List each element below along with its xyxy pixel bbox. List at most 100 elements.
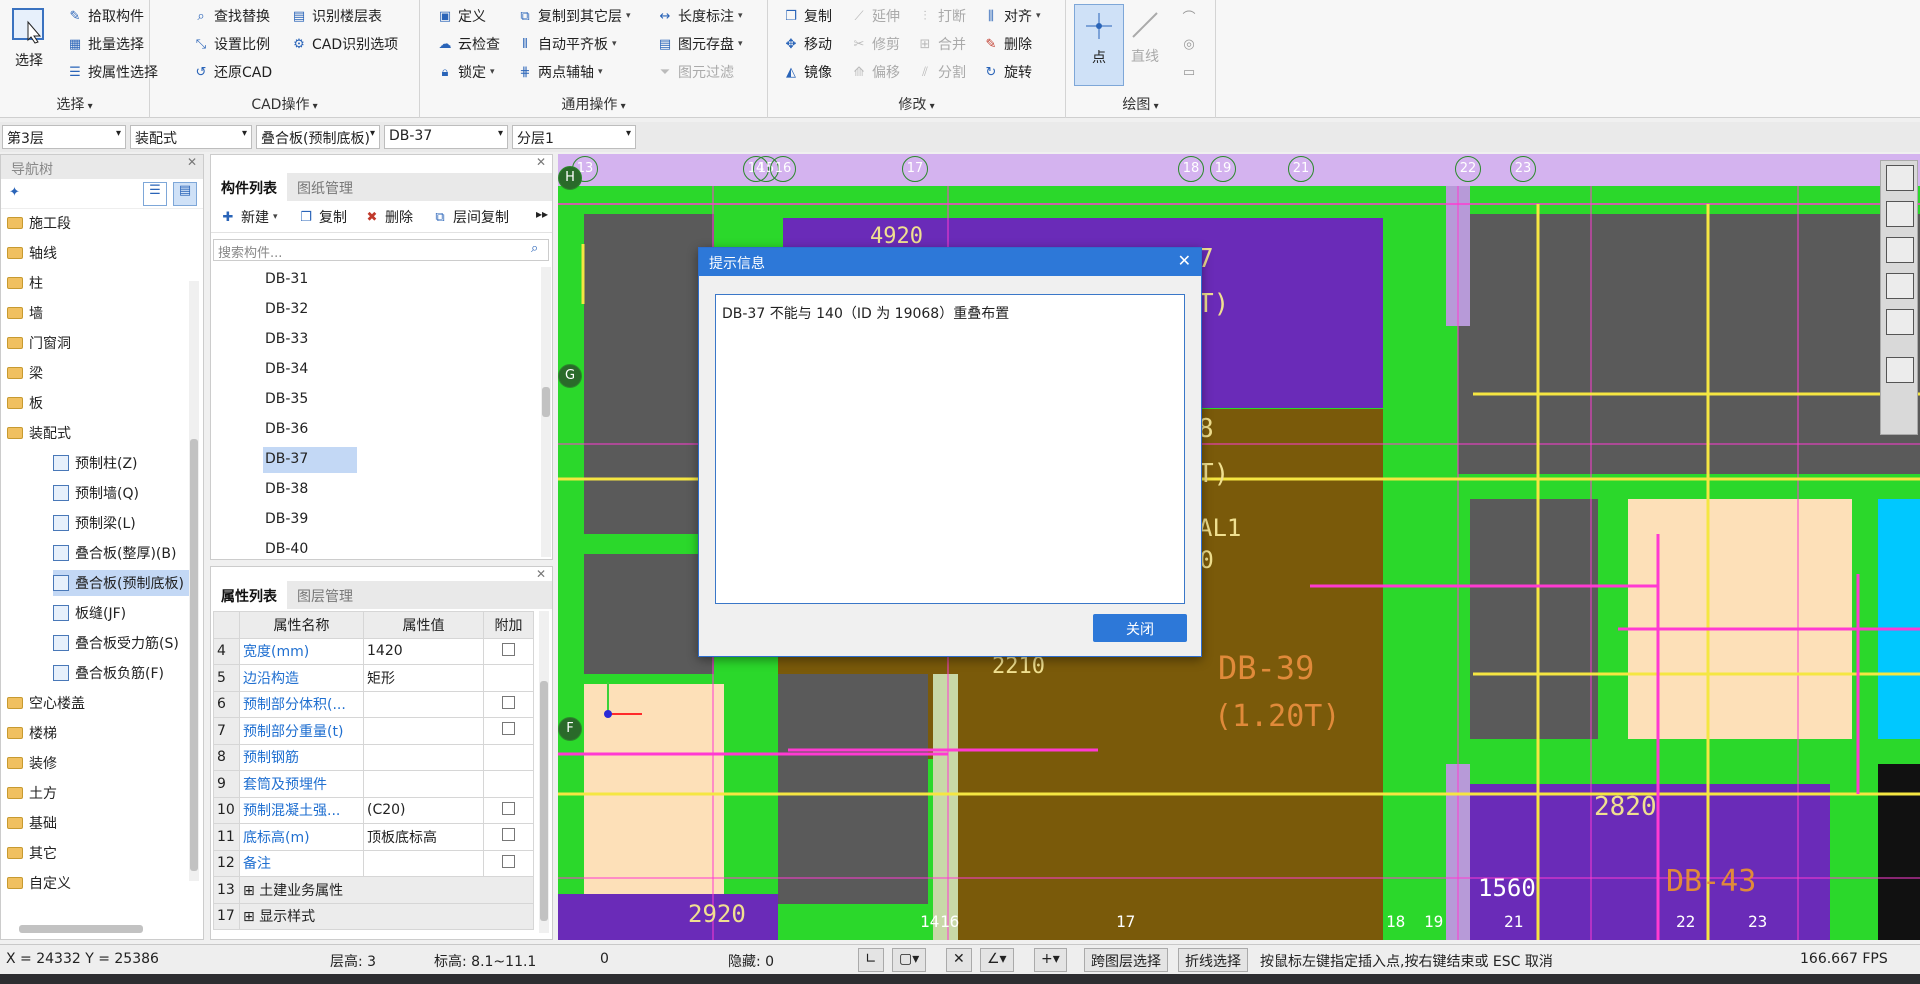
orbit-icon[interactable] xyxy=(1886,165,1914,191)
nav-item[interactable]: 板缝(JF) xyxy=(53,600,126,626)
type-select[interactable]: 叠合板(预制底板) xyxy=(256,125,380,149)
extra-checkbox[interactable] xyxy=(502,642,515,656)
property-scrollbar[interactable] xyxy=(539,611,549,933)
component-search-input[interactable]: 搜索构件... xyxy=(213,239,549,261)
close-icon[interactable]: ✕ xyxy=(536,155,546,169)
mirror-button[interactable]: ◭ 镜像 xyxy=(782,60,832,84)
nav-item[interactable]: 叠合板负筋(F) xyxy=(53,660,164,686)
ribbon-group-title-select[interactable]: 选择 xyxy=(0,94,149,114)
length-dimension-button[interactable]: ↔ 长度标注 ▾ xyxy=(656,4,743,28)
component-list-item[interactable]: DB-37 xyxy=(263,447,357,473)
delete-component-button[interactable]: ✖ 删除 xyxy=(363,205,413,229)
nav-item[interactable]: 施工段 xyxy=(7,210,71,236)
component-list-item[interactable]: DB-33 xyxy=(263,327,357,353)
select-by-property-button[interactable]: ☰ 按属性选择 xyxy=(66,60,158,84)
property-row[interactable]: 17 ⊞ 显示样式 xyxy=(213,902,534,930)
delete-button[interactable]: ✎ 删除 xyxy=(982,32,1032,56)
two-point-axis-button[interactable]: ⋕ 两点辅轴 ▾ xyxy=(516,60,603,84)
property-row[interactable]: 12 备注 xyxy=(213,849,534,877)
view-cube-icon[interactable] xyxy=(1886,273,1914,299)
merge-button[interactable]: ⊞ 合并 xyxy=(916,32,966,56)
nav-item[interactable]: 空心楼盖 xyxy=(7,690,85,716)
pin-icon[interactable]: ✦ xyxy=(9,185,20,200)
property-value[interactable] xyxy=(363,770,484,798)
nav-item[interactable]: 基础 xyxy=(7,810,57,836)
nav-item[interactable]: 叠合板受力筋(S) xyxy=(53,630,179,656)
nav-item[interactable]: 自定义 xyxy=(7,870,71,896)
extra-checkbox[interactable] xyxy=(502,828,515,842)
find-replace-button[interactable]: ⌕ 查找替换 xyxy=(192,4,270,28)
rotate-button[interactable]: ↻ 旋转 xyxy=(982,60,1032,84)
nav-item[interactable]: 门窗洞 xyxy=(7,330,71,356)
property-row[interactable]: 7 预制部分重量(t) xyxy=(213,717,534,745)
nav-item[interactable]: 土方 xyxy=(7,780,57,806)
property-row[interactable]: 9 套筒及预埋件 xyxy=(213,770,534,798)
angle-toggle[interactable]: ∠▾ xyxy=(980,948,1014,972)
restore-cad-button[interactable]: ↺ 还原CAD xyxy=(192,60,273,84)
property-value[interactable] xyxy=(363,690,484,718)
extra-checkbox[interactable] xyxy=(502,854,515,868)
property-value[interactable]: 矩形 xyxy=(363,664,484,692)
nav-item[interactable]: 板 xyxy=(7,390,43,416)
save-element-button[interactable]: ▤ 图元存盘 ▾ xyxy=(656,32,743,56)
copy-between-floors-button[interactable]: ⧉ 层间复制 xyxy=(431,205,509,229)
offset-button[interactable]: ⟰ 偏移 xyxy=(850,60,900,84)
view-3d-icon[interactable] xyxy=(1886,201,1914,227)
nav-hscroll-thumb[interactable] xyxy=(19,925,143,933)
more-icon[interactable]: ▸▸ xyxy=(536,207,548,221)
nav-scrollbar[interactable] xyxy=(189,281,199,881)
select-button[interactable]: 选择 xyxy=(10,6,48,70)
move-button[interactable]: ✥ 移动 xyxy=(782,32,832,56)
property-value[interactable]: 顶板底标高 xyxy=(363,823,484,851)
component-scroll-thumb[interactable] xyxy=(542,387,550,417)
copy-component-button[interactable]: ❐ 复制 xyxy=(297,205,347,229)
view-top-icon[interactable] xyxy=(1886,237,1914,263)
nav-item[interactable]: 梁 xyxy=(7,360,43,386)
cross-toggle[interactable]: ✕ xyxy=(946,948,972,972)
search-icon[interactable]: ⌕ xyxy=(531,241,538,256)
draw-line-button[interactable]: 直线 xyxy=(1130,10,1160,66)
nav-item[interactable]: 柱 xyxy=(7,270,43,296)
property-row[interactable]: 11 底标高(m) 顶板底标高 xyxy=(213,823,534,851)
break-button[interactable]: ⫶ 打断 xyxy=(916,4,966,28)
nav-scroll-thumb[interactable] xyxy=(190,439,198,871)
component-select[interactable]: DB-37 xyxy=(384,125,508,149)
expand-icon[interactable]: ⊞ xyxy=(243,883,259,899)
batch-select-button[interactable]: ▦ 批量选择 xyxy=(66,32,144,56)
ribbon-group-title-cad[interactable]: CAD操作 xyxy=(150,94,419,114)
component-list-item[interactable]: DB-40 xyxy=(263,537,357,563)
nav-item[interactable]: 其它 xyxy=(7,840,57,866)
auto-flush-slab-button[interactable]: ⫴ 自动平齐板 ▾ xyxy=(516,32,616,56)
copy-to-other-floor-button[interactable]: ⧉ 复制到其它层 ▾ xyxy=(516,4,630,28)
layers-icon[interactable] xyxy=(1886,357,1914,383)
extend-button[interactable]: ⟋ 延伸 xyxy=(850,4,900,28)
nav-item[interactable]: 楼梯 xyxy=(7,720,57,746)
property-row[interactable]: 4 宽度(mm) 1420 xyxy=(213,637,534,665)
nav-item[interactable]: 墙 xyxy=(7,300,43,326)
nav-item[interactable]: 预制墙(Q) xyxy=(53,480,139,506)
align-button[interactable]: ⫼ 对齐 ▾ xyxy=(982,4,1041,28)
lock-button[interactable]: 🔒︎ 锁定 ▾ xyxy=(436,60,495,84)
draw-circle-button[interactable]: ◎ xyxy=(1180,32,1198,56)
trim-button[interactable]: ✂ 修剪 xyxy=(850,32,900,56)
cross-layer-select-button[interactable]: 跨图层选择 xyxy=(1084,948,1168,972)
property-row[interactable]: 6 预制部分体积(... xyxy=(213,690,534,718)
draw-rectangle-button[interactable]: ▭ xyxy=(1180,60,1198,84)
property-value[interactable]: (C20) xyxy=(363,796,484,824)
cad-options-button[interactable]: ⚙ CAD识别选项 xyxy=(290,32,398,56)
tab-drawing-management[interactable]: 图纸管理 xyxy=(287,173,363,201)
property-scroll-thumb[interactable] xyxy=(540,681,548,921)
property-value[interactable] xyxy=(363,743,484,771)
sublayer-select[interactable]: 分层1 xyxy=(512,125,636,149)
component-list-item[interactable]: DB-38 xyxy=(263,477,357,503)
draw-point-button[interactable]: 点 xyxy=(1074,4,1124,86)
element-filter-button[interactable]: ⏷ 图元过滤 xyxy=(656,60,734,84)
expand-icon[interactable]: ⊞ xyxy=(243,909,259,925)
list-view-icon[interactable]: ☰ xyxy=(143,182,167,206)
component-list-item[interactable]: DB-39 xyxy=(263,507,357,533)
tab-property-list[interactable]: 属性列表 xyxy=(211,581,287,609)
tree-view-icon[interactable]: ▤ xyxy=(173,182,197,206)
property-row[interactable]: 13 ⊞ 土建业务属性 xyxy=(213,876,534,904)
close-icon[interactable]: ✕ xyxy=(536,567,546,581)
tab-component-list[interactable]: 构件列表 xyxy=(211,173,287,201)
